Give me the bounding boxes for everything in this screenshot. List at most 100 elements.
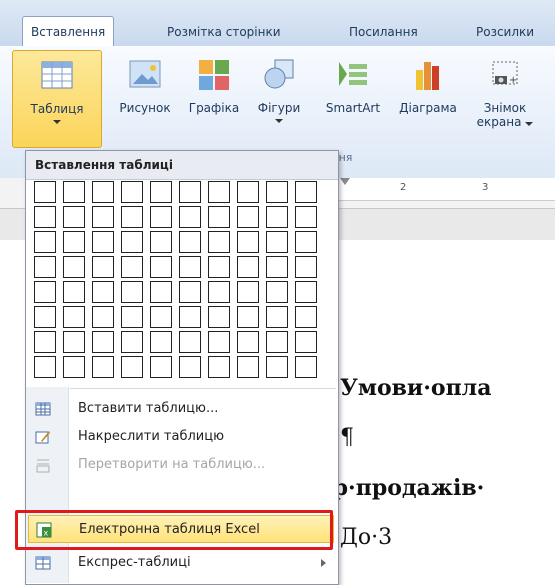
table-grid-cell[interactable] (34, 331, 56, 353)
table-grid-cell[interactable] (150, 331, 172, 353)
tab-mailings[interactable]: Розсилки (468, 18, 542, 46)
table-grid-cell[interactable] (150, 306, 172, 328)
table-grid-cell[interactable] (179, 181, 201, 203)
picture-button[interactable]: Рисунок (112, 50, 178, 115)
table-grid-cell[interactable] (34, 281, 56, 303)
table-grid-cell[interactable] (179, 331, 201, 353)
table-grid-cell[interactable] (121, 356, 143, 378)
table-grid-cell[interactable] (208, 356, 230, 378)
tab-insert[interactable]: Вставлення (22, 16, 115, 48)
table-grid-cell[interactable] (150, 206, 172, 228)
table-grid-cell[interactable] (295, 281, 317, 303)
table-grid-cell[interactable] (121, 231, 143, 253)
tab-page-layout[interactable]: Розмітка сторінки (159, 18, 289, 46)
table-grid-cell[interactable] (237, 356, 259, 378)
table-grid-cell[interactable] (34, 231, 56, 253)
table-grid-cell[interactable] (266, 206, 288, 228)
table-grid-cell[interactable] (63, 181, 85, 203)
table-grid-cell[interactable] (63, 256, 85, 278)
table-grid-cell[interactable] (150, 181, 172, 203)
table-grid-cell[interactable] (150, 231, 172, 253)
table-grid-cell[interactable] (121, 331, 143, 353)
dropdown-arrow-icon (525, 122, 534, 126)
table-grid-cell[interactable] (34, 356, 56, 378)
table-grid-cell[interactable] (63, 231, 85, 253)
table-grid-cell[interactable] (63, 331, 85, 353)
table-grid-cell[interactable] (295, 181, 317, 203)
table-grid-cell[interactable] (208, 231, 230, 253)
table-grid-cell[interactable] (237, 281, 259, 303)
table-grid-cell[interactable] (208, 281, 230, 303)
insert-table-item[interactable]: Вставити таблицю... (26, 395, 336, 423)
table-grid-cell[interactable] (63, 356, 85, 378)
table-grid-cell[interactable] (295, 231, 317, 253)
picture-button-label: Рисунок (119, 101, 171, 115)
table-grid-cell[interactable] (92, 231, 114, 253)
screenshot-button[interactable]: + Знімок екрана (470, 50, 540, 129)
table-grid-cell[interactable] (150, 356, 172, 378)
table-grid-cell[interactable] (266, 306, 288, 328)
table-grid-cell[interactable] (208, 181, 230, 203)
table-grid-cell[interactable] (121, 281, 143, 303)
table-grid-cell[interactable] (237, 231, 259, 253)
table-grid-cell[interactable] (295, 331, 317, 353)
table-grid-cell[interactable] (266, 356, 288, 378)
table-grid-cell[interactable] (92, 356, 114, 378)
table-grid-cell[interactable] (237, 206, 259, 228)
table-grid-cell[interactable] (179, 231, 201, 253)
table-grid-cell[interactable] (179, 306, 201, 328)
table-grid-cell[interactable] (179, 206, 201, 228)
table-grid-cell[interactable] (92, 206, 114, 228)
table-grid-cell[interactable] (237, 256, 259, 278)
table-grid-cell[interactable] (266, 181, 288, 203)
tab-references[interactable]: Посилання (341, 18, 426, 46)
table-grid-cell[interactable] (92, 306, 114, 328)
table-button-label: Таблиця (30, 102, 84, 116)
table-grid-cell[interactable] (121, 306, 143, 328)
table-grid-cell[interactable] (295, 256, 317, 278)
table-grid-cell[interactable] (92, 256, 114, 278)
table-grid-cell[interactable] (208, 306, 230, 328)
table-grid-cell[interactable] (179, 356, 201, 378)
table-grid-cell[interactable] (34, 256, 56, 278)
table-grid-cell[interactable] (34, 181, 56, 203)
table-grid-cell[interactable] (266, 281, 288, 303)
table-grid-cell[interactable] (121, 256, 143, 278)
table-grid-cell[interactable] (63, 306, 85, 328)
table-grid-cell[interactable] (208, 256, 230, 278)
picture-icon (129, 60, 161, 88)
table-grid-cell[interactable] (92, 331, 114, 353)
table-grid-cell[interactable] (266, 331, 288, 353)
table-grid-cell[interactable] (34, 306, 56, 328)
table-grid-cell[interactable] (295, 306, 317, 328)
table-grid-cell[interactable] (266, 256, 288, 278)
table-grid-cell[interactable] (121, 206, 143, 228)
shapes-button[interactable]: Фігури (251, 50, 307, 123)
chart-button[interactable]: Діаграма (393, 50, 463, 115)
draw-table-item[interactable]: Накреслити таблицю (26, 423, 336, 451)
table-grid-cell[interactable] (295, 356, 317, 378)
table-grid-cell[interactable] (92, 181, 114, 203)
table-grid-cell[interactable] (63, 206, 85, 228)
table-grid-cell[interactable] (208, 331, 230, 353)
smartart-button[interactable]: SmartArt (320, 50, 386, 115)
table-grid-cell[interactable] (63, 281, 85, 303)
table-grid-cell[interactable] (179, 281, 201, 303)
table-grid-cell[interactable] (150, 281, 172, 303)
indent-marker-icon[interactable] (340, 178, 350, 185)
table-grid-cell[interactable] (121, 181, 143, 203)
table-grid-cell[interactable] (92, 281, 114, 303)
convert-to-table-item[interactable]: Перетворити на таблицю... (26, 451, 336, 479)
quick-tables-item[interactable]: Експрес-таблиці (26, 549, 336, 577)
table-grid-cell[interactable] (295, 206, 317, 228)
table-grid-cell[interactable] (208, 206, 230, 228)
table-grid-cell[interactable] (150, 256, 172, 278)
table-grid-cell[interactable] (179, 256, 201, 278)
table-grid-cell[interactable] (237, 306, 259, 328)
table-grid-cell[interactable] (237, 331, 259, 353)
table-grid-cell[interactable] (237, 181, 259, 203)
table-grid-cell[interactable] (34, 206, 56, 228)
table-button[interactable]: Таблиця (12, 50, 102, 148)
clipart-button[interactable]: Графіка (186, 50, 242, 115)
table-grid-cell[interactable] (266, 231, 288, 253)
